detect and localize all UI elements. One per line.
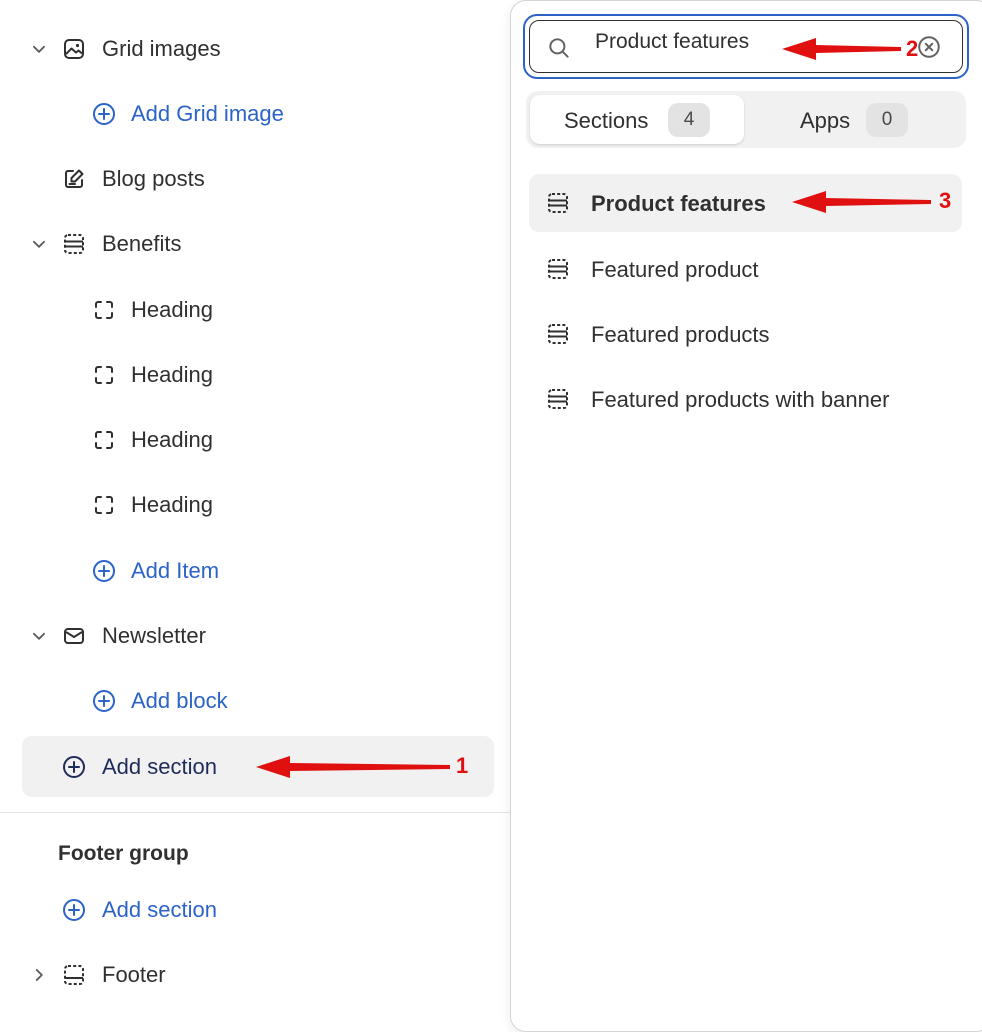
clear-search-icon[interactable] [916, 34, 942, 60]
add-circle-icon [92, 559, 116, 583]
tab-apps-label[interactable]: Apps [800, 108, 850, 134]
add-label: Add block [131, 688, 228, 713]
footer-group-title: Footer group [58, 842, 189, 865]
add-circle-icon [62, 898, 86, 922]
edit-page-icon [65, 169, 84, 188]
tab-sections-count: 4 [668, 103, 710, 137]
section-label: Blog posts [102, 166, 205, 191]
annotation-number-2: 2 [906, 36, 919, 61]
add-circle-icon [92, 689, 116, 713]
section-icon [546, 387, 570, 411]
chevron-right-icon[interactable] [30, 966, 48, 984]
footer-icon [62, 963, 86, 987]
section-icon [62, 232, 86, 256]
section-label: Newsletter [102, 623, 206, 648]
block-label: Heading [131, 362, 213, 387]
section-icon [546, 322, 570, 346]
add-label: Add section [102, 897, 217, 922]
block-icon [92, 363, 116, 387]
add-section-popover [510, 0, 982, 1032]
mail-icon [64, 628, 84, 644]
block-label: Heading [131, 427, 213, 452]
block-label: Heading [131, 492, 213, 517]
annotation-arrow-3 [792, 191, 931, 213]
result-item[interactable]: Product features [591, 191, 766, 217]
result-item[interactable]: Featured products with banner [591, 387, 889, 413]
section-icon [546, 257, 570, 281]
chevron-down-icon[interactable] [30, 235, 48, 253]
block-icon [92, 428, 116, 452]
section-label: Footer [102, 962, 166, 987]
block-icon [92, 298, 116, 322]
result-item[interactable]: Featured product [591, 257, 759, 283]
annotation-arrow-1 [256, 756, 450, 778]
section-label: Grid images [102, 36, 221, 61]
search-value[interactable]: Product features [595, 30, 749, 54]
section-icon [546, 191, 570, 215]
annotation-number-1: 1 [456, 753, 469, 778]
add-label: Add Grid image [131, 101, 284, 126]
annotation-number-3: 3 [939, 188, 952, 213]
add-label: Add section [102, 754, 217, 779]
result-item[interactable]: Featured products [591, 322, 770, 348]
block-label: Heading [131, 297, 213, 322]
add-label: Add Item [131, 558, 220, 583]
chevron-down-icon[interactable] [30, 627, 48, 645]
divider [0, 812, 510, 813]
image-icon [64, 39, 84, 59]
chevron-down-icon[interactable] [30, 40, 48, 58]
search-icon [549, 38, 569, 58]
tab-sections-label: Sections [564, 108, 649, 133]
annotation-arrow-2 [782, 38, 901, 60]
tab-apps-count: 0 [866, 103, 908, 137]
add-circle-icon [62, 755, 86, 779]
section-label: Benefits [102, 231, 182, 256]
add-circle-icon [92, 102, 116, 126]
block-icon [92, 493, 116, 517]
